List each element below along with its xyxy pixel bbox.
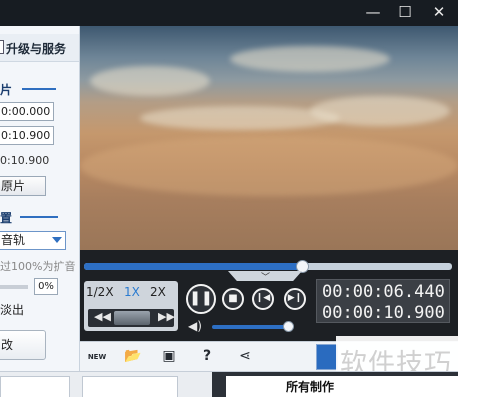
save-button[interactable]: ▣ bbox=[158, 346, 180, 366]
original-clip-button[interactable]: 原片 bbox=[0, 176, 46, 196]
bottom-tabs: 所有制作 bbox=[0, 371, 458, 397]
share-button[interactable]: ⋖ bbox=[234, 346, 256, 366]
speed-slider[interactable]: ◀◀ ▶▶ bbox=[88, 309, 175, 327]
cloud-shape bbox=[310, 96, 450, 126]
total-time: 00:00:10.900 bbox=[322, 303, 445, 323]
time-display: 00:00:06.440 00:00:10.900 bbox=[316, 279, 450, 323]
save-icon: ▣ bbox=[162, 348, 176, 364]
duration-text: 0:10.900 bbox=[0, 154, 50, 167]
cloud-shape bbox=[230, 46, 390, 72]
tab-all-productions-wrapper: 所有制作 bbox=[212, 372, 458, 397]
fade-out-label: 淡出 bbox=[0, 303, 25, 317]
pause-button[interactable]: ❚❚ bbox=[186, 284, 216, 314]
settings-section-title: 置 bbox=[0, 211, 13, 225]
modify-button[interactable]: 改 bbox=[0, 330, 46, 360]
volume-hint: 过100%为扩音 bbox=[0, 260, 76, 273]
next-frame-icon: ▶❙ bbox=[287, 293, 303, 303]
end-time-field[interactable]: 0:10.900 bbox=[0, 126, 54, 145]
tab-left[interactable] bbox=[0, 376, 70, 397]
audio-track-select[interactable]: 音轨 bbox=[0, 231, 66, 250]
pause-icon: ❚❚ bbox=[189, 290, 213, 306]
previous-frame-button[interactable]: ❙◀ bbox=[252, 288, 274, 310]
volume-icon[interactable]: ◀) bbox=[188, 319, 202, 333]
new-button[interactable]: NEW bbox=[86, 346, 108, 366]
speed-slider-handle[interactable] bbox=[114, 311, 150, 325]
speed-half[interactable]: 1/2X bbox=[86, 285, 114, 299]
speed-1x[interactable]: 1X bbox=[124, 285, 140, 299]
upgrade-label: 升级与服务 bbox=[6, 42, 67, 56]
tab-middle[interactable] bbox=[82, 376, 178, 397]
clip-section-title: 片 bbox=[0, 83, 13, 97]
current-time: 00:00:06.440 bbox=[322, 282, 445, 302]
stop-icon: ■ bbox=[228, 293, 238, 304]
section-divider bbox=[20, 216, 58, 218]
share-icon: ⋖ bbox=[239, 348, 251, 364]
chevron-down-icon: ﹀ bbox=[261, 273, 271, 283]
upgrade-service-button[interactable]: 升级与服务 bbox=[0, 34, 79, 62]
next-frame-button[interactable]: ▶❙ bbox=[284, 288, 306, 310]
progress-fill bbox=[84, 263, 303, 270]
section-divider bbox=[22, 88, 56, 90]
volume-slider-track[interactable] bbox=[212, 325, 290, 329]
cloud-shape bbox=[80, 136, 458, 196]
close-button[interactable]: ✕ bbox=[424, 0, 454, 24]
maximize-button[interactable]: ☐ bbox=[390, 0, 420, 24]
stop-button[interactable]: ■ bbox=[222, 288, 244, 310]
rewind-icon[interactable]: ◀◀ bbox=[94, 310, 111, 323]
cloud-shape bbox=[90, 66, 210, 96]
film-button[interactable] bbox=[316, 344, 338, 370]
open-folder-icon: 📂 bbox=[124, 348, 142, 364]
collapse-toggle[interactable]: ﹀ bbox=[228, 271, 302, 281]
tab-all-productions[interactable]: 所有制作 bbox=[226, 376, 458, 397]
open-button[interactable]: 📂 bbox=[122, 346, 144, 366]
chevron-down-icon bbox=[52, 237, 62, 243]
volume-slider-handle[interactable] bbox=[283, 321, 294, 332]
fast-forward-icon[interactable]: ▶▶ bbox=[158, 310, 175, 323]
volume-percent-field[interactable]: 0% bbox=[34, 278, 58, 295]
video-preview[interactable] bbox=[80, 26, 458, 250]
previous-frame-icon: ❙◀ bbox=[255, 293, 271, 303]
help-button[interactable]: ? bbox=[196, 346, 218, 366]
speed-2x[interactable]: 2X bbox=[150, 285, 166, 299]
title-bar: — ☐ ✕ bbox=[0, 0, 458, 26]
clip-settings-panel: 升级与服务 片 0:00.000 0:10.900 0:10.900 原片 置 … bbox=[0, 26, 80, 371]
help-icon: ? bbox=[202, 348, 212, 364]
minimize-button[interactable]: — bbox=[358, 0, 388, 24]
speed-control: 1/2X 1X 2X ◀◀ ▶▶ bbox=[84, 281, 178, 331]
volume-slider[interactable] bbox=[0, 285, 28, 289]
start-time-field[interactable]: 0:00.000 bbox=[0, 102, 54, 121]
new-icon: NEW bbox=[87, 353, 107, 361]
upgrade-icon bbox=[0, 40, 4, 54]
audio-track-value: 音轨 bbox=[1, 233, 26, 247]
